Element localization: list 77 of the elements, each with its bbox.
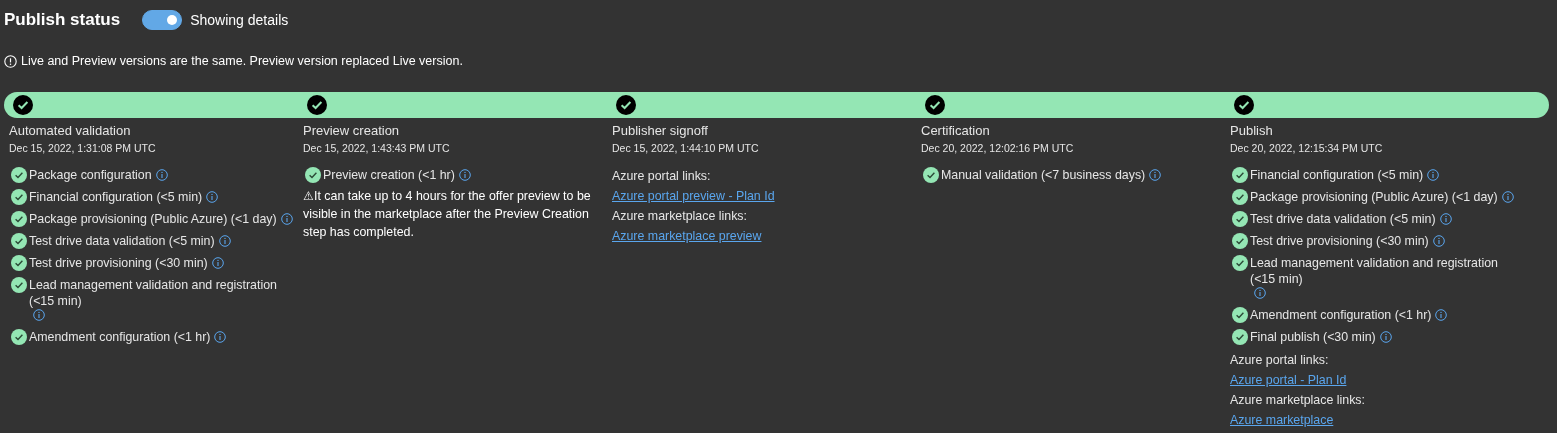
check-icon (1232, 167, 1248, 183)
links-heading: Azure marketplace links: (1230, 392, 1366, 409)
task-label: Final publish (<30 min) (1250, 329, 1376, 345)
check-icon (1232, 255, 1248, 271)
task-label: Package provisioning (Public Azure) (<1 day) (29, 211, 277, 227)
task-label: Manual validation (<7 business days) (941, 167, 1146, 183)
info-icon[interactable] (214, 331, 227, 343)
task-label: Financial configuration (<5 min) (1250, 167, 1424, 183)
task-label: Package provisioning (Public Azure) (<1 day) (1250, 189, 1498, 205)
step-complete-icon (616, 95, 636, 115)
step-complete-icon (925, 95, 945, 115)
check-icon (11, 167, 27, 183)
check-icon (1232, 329, 1248, 345)
step-date: Dec 15, 2022, 1:31:08 PM UTC (9, 142, 157, 154)
step-title: Certification (921, 123, 991, 138)
portal-link[interactable]: Azure portal preview - Plan Id (612, 189, 775, 203)
check-icon (1232, 189, 1248, 205)
info-icon[interactable] (1149, 169, 1162, 181)
info-icon[interactable] (206, 191, 219, 203)
info-icon[interactable] (218, 235, 231, 247)
step-date: Dec 15, 2022, 1:44:10 PM UTC (612, 142, 760, 154)
info-icon[interactable] (1501, 191, 1514, 203)
task-label: Preview creation (<1 hr) (323, 167, 455, 183)
info-icon[interactable] (1427, 169, 1440, 181)
task-label: Amendment configuration (<1 hr) (1250, 307, 1432, 323)
step-title: Preview creation (303, 123, 401, 138)
step-title: Publisher signoff (612, 123, 709, 138)
portal-link[interactable]: Azure marketplace (1230, 413, 1334, 427)
task-label: Amendment configuration (<1 hr) (29, 329, 211, 345)
step-title: Automated validation (9, 123, 132, 138)
step-title: Publish (1230, 123, 1274, 138)
check-icon (1232, 233, 1248, 249)
info-icon[interactable] (458, 169, 471, 181)
task-label: Financial configuration (<5 min) (29, 189, 203, 205)
portal-link[interactable]: Azure marketplace preview (612, 229, 762, 243)
step-complete-icon (307, 95, 327, 115)
info-icon[interactable] (1254, 287, 1266, 299)
task-label: Test drive data validation (<5 min) (29, 233, 215, 249)
check-icon (305, 167, 321, 183)
check-icon (11, 255, 27, 271)
check-icon (11, 211, 27, 227)
info-icon[interactable] (1379, 331, 1392, 343)
check-icon (1232, 307, 1248, 323)
warning-text: ⚠It can take up to 4 hours for the offer preview to be visible in the marketplace after the Preview Creation step has completed. (303, 188, 592, 241)
page-title: Publish status (4, 10, 121, 30)
task-label: Test drive provisioning (<30 min) (1250, 233, 1429, 249)
portal-link[interactable]: Azure portal - Plan Id (1230, 373, 1347, 387)
toggle-label: Showing details (190, 12, 289, 28)
info-icon[interactable] (1435, 309, 1448, 321)
links-heading: Azure marketplace links: (612, 208, 748, 225)
step-complete-icon (13, 95, 33, 115)
notice-text: Live and Preview versions are the same. Preview version replaced Live version. (21, 54, 463, 68)
check-icon (1232, 211, 1248, 227)
info-icon[interactable] (155, 169, 168, 181)
step-date: Dec 20, 2022, 12:15:34 PM UTC (1230, 142, 1384, 154)
details-toggle[interactable] (142, 10, 183, 30)
check-icon (11, 329, 27, 345)
check-icon (11, 233, 27, 249)
task-label: Test drive provisioning (<30 min) (29, 255, 208, 271)
task-label: Lead management validation and registration (<15 min) (1250, 255, 1499, 287)
info-icon[interactable] (280, 213, 293, 225)
alert-icon (4, 54, 17, 68)
info-icon[interactable] (1432, 235, 1445, 247)
task-label: Lead management validation and registration (<15 min) (29, 277, 278, 309)
links-heading: Azure portal links: (612, 168, 712, 185)
check-icon (923, 167, 939, 183)
info-icon[interactable] (211, 257, 224, 269)
step-complete-icon (1234, 95, 1254, 115)
step-date: Dec 15, 2022, 1:43:43 PM UTC (303, 142, 451, 154)
task-label: Test drive data validation (<5 min) (1250, 211, 1436, 227)
links-heading: Azure portal links: (1230, 352, 1330, 369)
info-icon[interactable] (1439, 213, 1452, 225)
info-icon[interactable] (33, 309, 45, 321)
step-date: Dec 20, 2022, 12:02:16 PM UTC (921, 142, 1075, 154)
task-label: Package configuration (29, 167, 152, 183)
check-icon (11, 189, 27, 205)
check-icon (11, 277, 27, 293)
